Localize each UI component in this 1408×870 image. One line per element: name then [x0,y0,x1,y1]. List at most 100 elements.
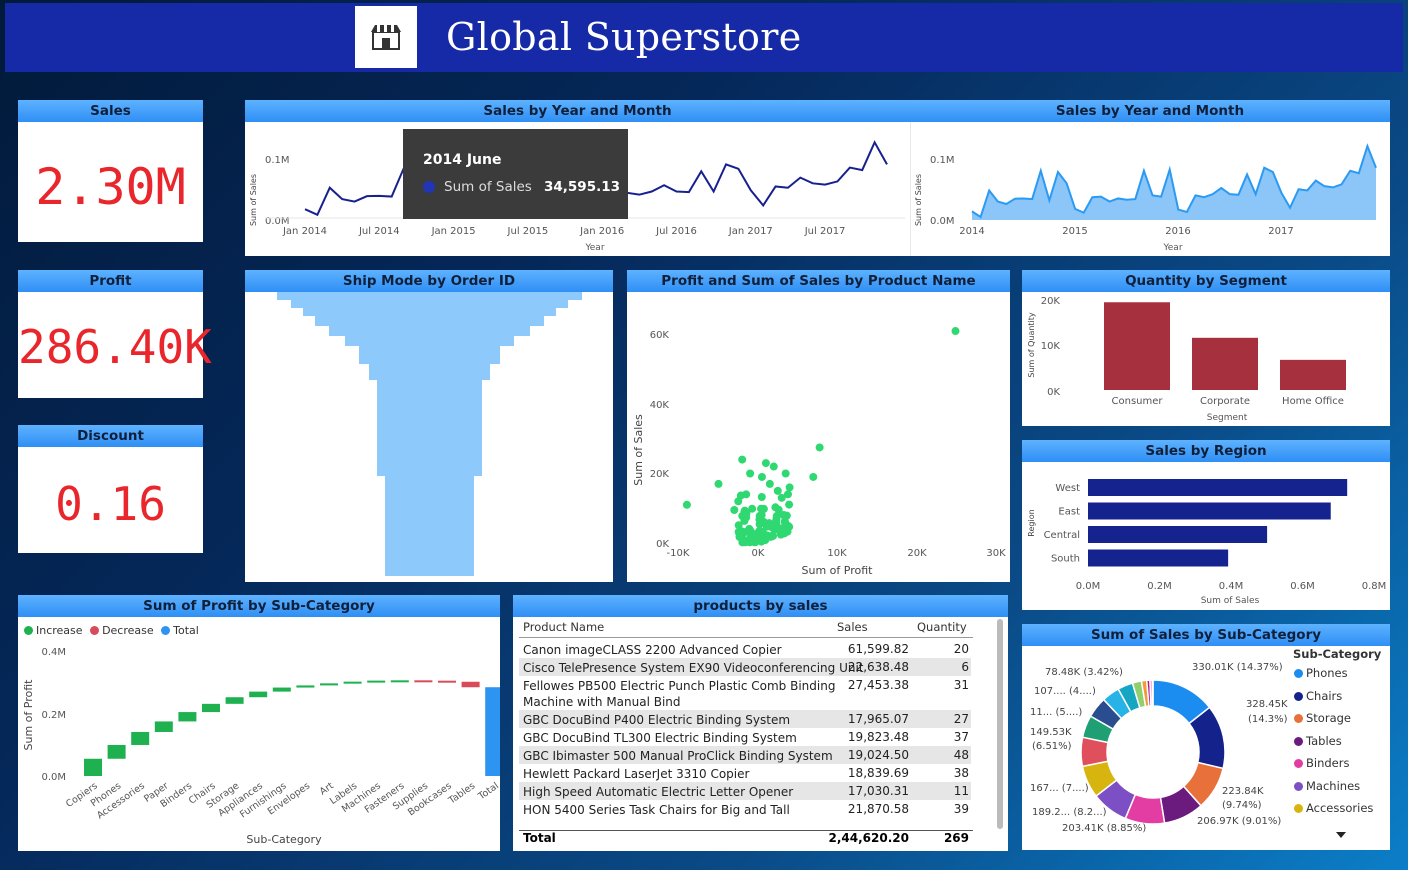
legend-swatch-icon [1294,804,1303,813]
product-quantity: 39 [953,802,969,816]
chevron-down-icon[interactable] [1336,832,1346,838]
y-tick: 0.4M [41,647,66,658]
profit-kpi-card[interactable]: Profit 286.40K [18,270,212,398]
kpi-label: Discount [18,425,203,447]
tooltip-value: 34,595.13 [544,179,621,195]
segment-canvas: Sum of Quantity 20K 10K 0K Segment Consu… [1027,296,1346,423]
tooltip-title: 2014 June [423,152,502,168]
y-tick: 60K [650,330,670,341]
table-row[interactable]: Cisco TelePresence System EX90 Videoconf… [519,658,971,676]
sales-area-chart[interactable]: Sales by Year and Month Sum of Sales 0.1… [910,100,1390,256]
waterfall-bar [414,680,433,683]
x-tick: 2017 [1268,226,1293,237]
legend-item[interactable]: Storage [1294,711,1373,734]
table-row[interactable]: Canon imageCLASS 2200 Advanced Copier 61,… [519,640,971,658]
y-axis-label: Sum of Quantity [1027,312,1036,378]
table-row[interactable]: HON 5400 Series Task Chairs for Big and … [519,800,971,818]
scrollbar-thumb[interactable] [997,619,1003,829]
sales-kpi-card[interactable]: Sales 2.30M [18,100,203,242]
table-row[interactable]: Hewlett Packard LaserJet 3310 Copier 18,8… [519,764,971,782]
y-tick: 0K [1047,387,1060,398]
profit-sales-scatter-chart[interactable]: Profit and Sum of Sales by Product Name … [627,270,1010,582]
legend-item[interactable]: Binders [1294,756,1373,779]
discount-kpi-card[interactable]: Discount 0.16 [18,425,203,553]
ship-mode-funnel-chart[interactable]: Ship Mode by Order ID [245,270,613,582]
total-label: Total [523,831,556,845]
table-row[interactable]: GBC Ibimaster 500 Manual ProClick Bindin… [519,746,971,764]
legend-item[interactable]: Accessories [1294,801,1373,824]
waterfall-bar [131,731,150,745]
product-sales: 17,965.07 [847,712,909,726]
table-row[interactable]: Fellowes PB500 Electric Punch Plastic Co… [519,676,971,710]
table-row[interactable]: GBC DocuBind P400 Electric Binding Syste… [519,710,971,728]
product-quantity: 31 [953,678,969,692]
legend-label: Phones [1306,666,1348,680]
x-tick: -10K [667,548,690,559]
slice-label: 78.48K (3.42%) [1045,667,1123,678]
scatter-point [734,521,743,530]
x-tick: 0K [752,548,765,559]
legend-item[interactable]: Machines [1294,779,1373,802]
total-quantity: 269 [943,831,969,845]
product-quantity: 6 [961,660,969,674]
scatter-point [769,531,778,540]
y-tick: 0.1M [265,155,290,166]
scatter-point [757,493,766,502]
legend-label: Tables [1306,733,1342,748]
slice-label: (9.74%) [1222,800,1262,811]
product-sales: 21,870.58 [847,802,909,816]
product-name: Canon imageCLASS 2200 Advanced Copier [523,643,782,657]
scatter-point [755,520,764,529]
waterfall-bar [343,681,362,684]
product-quantity: 27 [953,712,969,726]
waterfall-bar [296,685,315,688]
x-tick: 0.6M [1290,581,1315,592]
region-bar [1088,549,1229,567]
sales-region-chart[interactable]: Sales by Region Region Sum of Sales 0.0M… [1022,440,1390,610]
y-axis-label: Sum of Profit [22,679,35,751]
profit-subcategory-waterfall[interactable]: Sum of Profit by Sub-Category Increase D… [18,595,500,851]
table-row[interactable]: High Speed Automatic Electric Letter Ope… [519,782,971,800]
scatter-point [742,509,751,518]
table-row[interactable]: GBC DocuBind TL300 Electric Binding Syst… [519,728,971,746]
scatter-point [761,459,770,468]
legend-item[interactable]: Phones [1294,666,1373,689]
x-axis-label: Year [1162,243,1182,253]
table-scrollbar[interactable] [997,619,1003,829]
x-tick: Total [476,780,500,802]
product-sales: 22,638.48 [847,660,909,674]
product-sales: 18,839.69 [847,766,909,780]
scatter-point [714,479,723,488]
col-header-quantity[interactable]: Quantity [917,620,967,634]
sales-subcategory-donut[interactable]: Sum of Sales by Sub-Category 330.01K (14… [1022,624,1390,850]
col-header-sales[interactable]: Sales [837,620,868,634]
x-axis-label: Sub-Category [246,833,322,846]
scatter-point [757,504,766,513]
x-tick: Jan 2015 [431,226,476,237]
profit-kpi-value: 286.40K [18,320,212,374]
y-axis-label: Sum of Sales [249,174,258,226]
legend-item[interactable]: Chairs [1294,689,1373,712]
funnel-canvas [277,292,582,576]
product-name: Fellowes PB500 Electric Punch Plastic Co… [523,679,836,709]
x-tick: Jan 2014 [282,226,327,237]
scatter-point [736,491,745,500]
col-header-product[interactable]: Product Name [523,620,604,634]
waterfall-bar [202,703,220,713]
quantity-segment-chart[interactable]: Quantity by Segment Sum of Quantity 20K … [1022,270,1390,426]
slice-label: (6.51%) [1032,741,1072,752]
sales-line-chart[interactable]: Sales by Year and Month Sum of Sales 0.1… [245,100,910,256]
legend-swatch-icon [1294,669,1303,678]
scatter-point [762,522,771,531]
x-tick: 2014 [959,226,984,237]
scatter-point [785,483,794,492]
sales-kpi-value: 2.30M [35,158,186,216]
header-bar: Global Superstore [5,3,1403,72]
legend-item[interactable]: Tables [1294,734,1373,757]
slice-label: 107.... (4....) [1034,686,1096,697]
y-tick: West [1055,483,1080,494]
donut-slice [1151,679,1154,707]
product-quantity: 11 [953,784,969,798]
products-table[interactable]: products by sales Product Name Sales Qua… [513,595,1008,851]
y-tick: 0.0M [41,772,66,783]
